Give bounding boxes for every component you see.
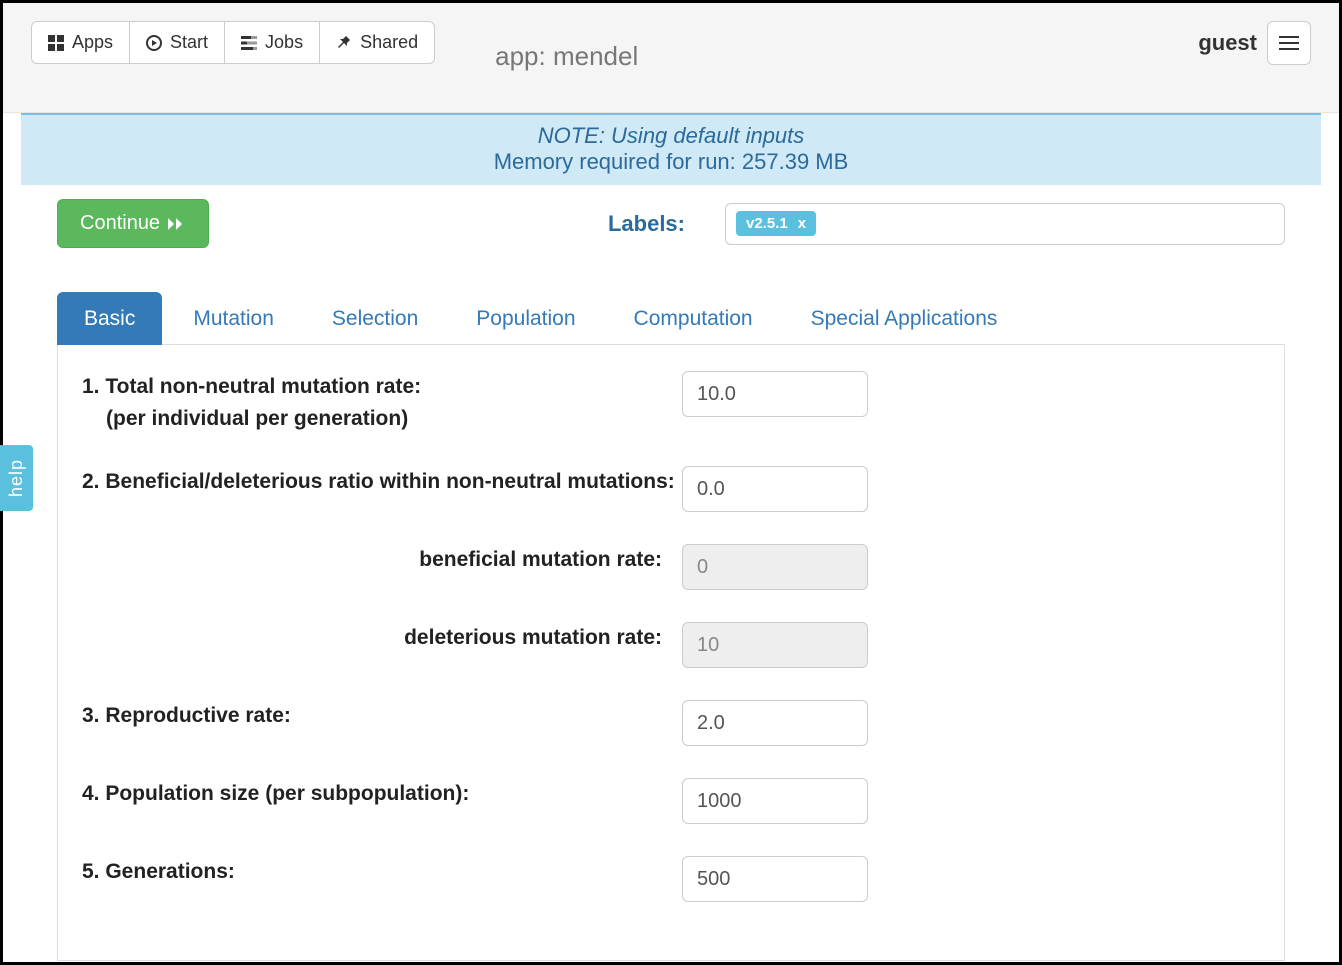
labels-heading: Labels: — [608, 211, 685, 237]
tag-remove-icon[interactable]: x — [798, 215, 806, 232]
field-population-size: 4. Population size (per subpopulation): — [82, 778, 1260, 824]
field-label: 2. Beneficial/deleterious ratio within n… — [82, 466, 682, 498]
tabs-nav: Basic Mutation Selection Population Comp… — [57, 292, 1285, 345]
ratio-input[interactable] — [682, 466, 868, 512]
tag-text: v2.5.1 — [746, 215, 788, 232]
tab-selection[interactable]: Selection — [305, 292, 445, 345]
field-label: beneficial mutation rate: — [82, 544, 682, 576]
field-ratio: 2. Beneficial/deleterious ratio within n… — [82, 466, 1260, 512]
generations-input[interactable] — [682, 856, 868, 902]
label-tag: v2.5.1 x — [736, 211, 816, 236]
banner-memory: Memory required for run: 257.39 MB — [21, 149, 1321, 175]
apps-button[interactable]: Apps — [31, 21, 130, 64]
tab-special-applications[interactable]: Special Applications — [784, 292, 1025, 345]
field-generations: 5. Generations: — [82, 856, 1260, 902]
field-label: deleterious mutation rate: — [82, 622, 682, 654]
banner-note: NOTE: Using default inputs — [21, 123, 1321, 149]
reproductive-rate-input[interactable] — [682, 700, 868, 746]
field-beneficial-rate: beneficial mutation rate: — [82, 544, 1260, 590]
field-mutation-rate: 1. Total non-neutral mutation rate: (per… — [82, 371, 1260, 434]
user-label: guest — [1198, 30, 1257, 56]
field-label: 4. Population size (per subpopulation): — [82, 778, 682, 810]
forward-icon — [168, 216, 186, 232]
topbar: Apps Start Jobs Shared app: mendel guest — [3, 3, 1339, 113]
field-deleterious-rate: deleterious mutation rate: — [82, 622, 1260, 668]
label-subtext: (per individual per generation) — [82, 407, 408, 430]
tab-mutation[interactable]: Mutation — [166, 292, 301, 345]
hamburger-icon — [1279, 36, 1299, 50]
start-button[interactable]: Start — [129, 21, 225, 64]
field-label: 5. Generations: — [82, 856, 682, 888]
apps-label: Apps — [72, 32, 113, 53]
beneficial-rate-input — [682, 544, 868, 590]
tab-basic[interactable]: Basic — [57, 292, 162, 345]
play-circle-icon — [146, 35, 162, 51]
mutation-rate-input[interactable] — [682, 371, 868, 417]
grid-icon — [48, 35, 64, 51]
jobs-button[interactable]: Jobs — [224, 21, 320, 64]
field-label: 3. Reproductive rate: — [82, 700, 682, 732]
start-label: Start — [170, 32, 208, 53]
info-banner: NOTE: Using default inputs Memory requir… — [21, 113, 1321, 185]
field-label: 1. Total non-neutral mutation rate: (per… — [82, 371, 682, 434]
tab-computation[interactable]: Computation — [607, 292, 780, 345]
shared-button[interactable]: Shared — [319, 21, 435, 64]
user-area: guest — [1198, 21, 1311, 65]
tab-population[interactable]: Population — [449, 292, 602, 345]
help-tab[interactable]: help — [0, 445, 33, 511]
labels-input[interactable]: v2.5.1 x — [725, 203, 1285, 245]
shared-label: Shared — [360, 32, 418, 53]
continue-button[interactable]: Continue — [57, 199, 209, 248]
label-text: 1. Total non-neutral mutation rate: — [82, 375, 421, 398]
action-row: Continue Labels: v2.5.1 x — [3, 185, 1339, 262]
menu-button[interactable] — [1267, 21, 1311, 65]
jobs-label: Jobs — [265, 32, 303, 53]
app-title: app: mendel — [495, 41, 638, 72]
tasks-icon — [241, 35, 257, 51]
pushpin-icon — [336, 35, 352, 51]
continue-label: Continue — [80, 212, 160, 235]
tab-content: 1. Total non-neutral mutation rate: (per… — [57, 345, 1285, 961]
deleterious-rate-input — [682, 622, 868, 668]
toolbar-button-group: Apps Start Jobs Shared — [31, 21, 435, 64]
population-size-input[interactable] — [682, 778, 868, 824]
field-reproductive-rate: 3. Reproductive rate: — [82, 700, 1260, 746]
